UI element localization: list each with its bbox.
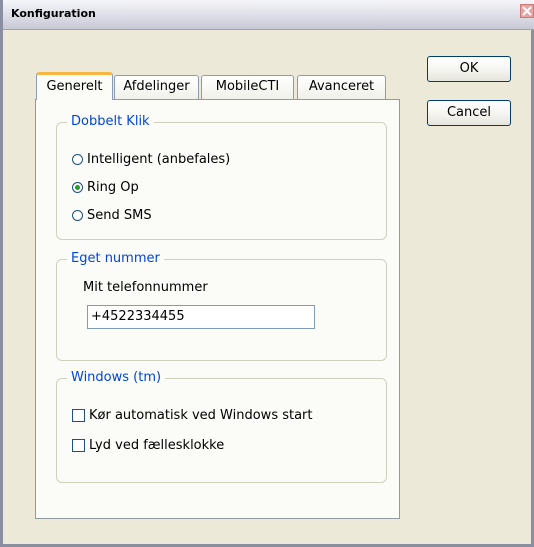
checkbox-label: Kør automatisk ved Windows start — [89, 407, 313, 423]
radio-label: Send SMS — [87, 207, 152, 223]
checkbox-autostart[interactable]: Kør automatisk ved Windows start — [72, 405, 313, 425]
group-eget-nummer: Eget nummer Mit telefonnummer +452233445… — [56, 250, 387, 361]
checkbox-icon — [72, 408, 85, 422]
radio-icon — [72, 153, 83, 165]
dialog-window: Konfiguration Generelt Afdelinger Mobile… — [0, 0, 534, 547]
tab-mobilecti[interactable]: MobileCTI — [201, 75, 294, 99]
radio-ring-op[interactable]: Ring Op — [72, 177, 139, 197]
group-legend: Eget nummer — [67, 250, 164, 268]
tab-avanceret[interactable]: Avanceret — [297, 75, 386, 99]
group-dobbelt-klik: Dobbelt Klik Intelligent (anbefales) Rin… — [56, 113, 387, 240]
group-legend: Dobbelt Klik — [67, 113, 154, 131]
group-legend: Windows (tm) — [67, 369, 166, 387]
radio-intelligent[interactable]: Intelligent (anbefales) — [72, 149, 230, 169]
ok-button[interactable]: OK — [427, 56, 511, 82]
cancel-button[interactable]: Cancel — [427, 100, 511, 126]
title-bar[interactable]: Konfiguration — [3, 0, 534, 30]
radio-label: Intelligent (anbefales) — [87, 151, 231, 167]
radio-send-sms[interactable]: Send SMS — [72, 205, 152, 225]
checkbox-icon — [72, 438, 85, 452]
phone-input[interactable]: +4522334455 — [87, 305, 315, 329]
tab-label: Afdelinger — [123, 79, 190, 94]
group-windows: Windows (tm) Kør automatisk ved Windows … — [56, 369, 387, 483]
phone-label: Mit telefonnummer — [83, 280, 208, 295]
checkbox-label: Lyd ved fællesklokke — [89, 437, 225, 453]
tab-panel-generelt: Dobbelt Klik Intelligent (anbefales) Rin… — [35, 99, 400, 519]
tab-label: Generelt — [46, 79, 103, 94]
tab-label: MobileCTI — [215, 79, 280, 94]
radio-label: Ring Op — [87, 179, 139, 195]
tab-label: Avanceret — [308, 79, 375, 94]
close-icon — [522, 6, 532, 16]
checkbox-sound[interactable]: Lyd ved fællesklokke — [72, 435, 224, 455]
tab-generelt[interactable]: Generelt — [36, 72, 113, 100]
window-title: Konfiguration — [11, 7, 96, 20]
close-button[interactable] — [520, 4, 534, 18]
radio-selected-icon — [72, 181, 83, 193]
tab-afdelinger[interactable]: Afdelinger — [114, 75, 199, 99]
radio-icon — [72, 209, 83, 221]
